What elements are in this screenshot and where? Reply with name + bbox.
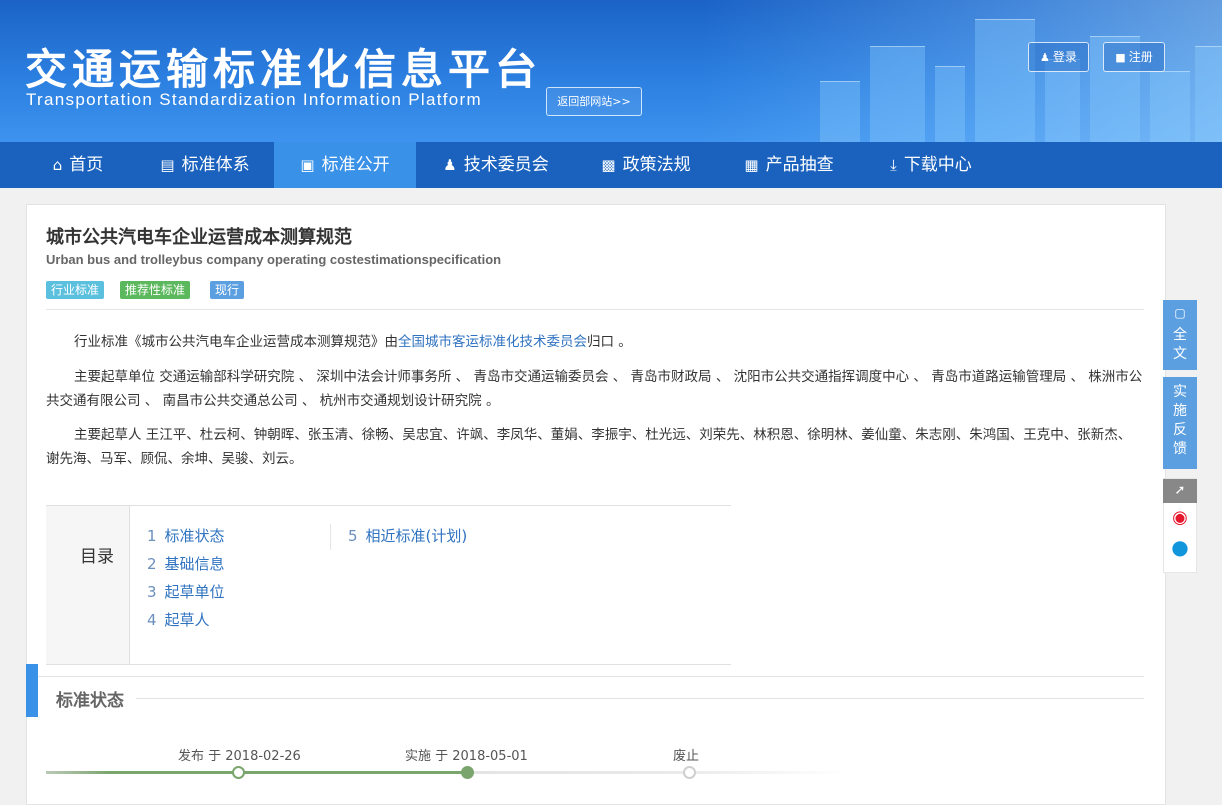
header-building: [870, 46, 925, 142]
nav-label: 产品抽查: [765, 155, 834, 175]
tag-industry-standard: 行业标准: [46, 281, 105, 299]
screen-icon: ▦: [744, 156, 759, 174]
weibo-icon[interactable]: ◉: [1164, 503, 1196, 533]
book-icon: ▣: [300, 156, 315, 174]
timeline-label-abolish: 废止: [673, 749, 700, 764]
site-header: 交通运输标准化信息平台 Transportation Standardizati…: [0, 0, 1222, 142]
toc-label-cell: 目录: [46, 506, 130, 664]
timeline-dot-publish: [232, 766, 245, 779]
toc-divider: [330, 524, 331, 550]
header-building: [1195, 46, 1222, 142]
back-to-ministry-button[interactable]: 返回部网站>>: [546, 87, 642, 116]
toc-item-status[interactable]: 1 标准状态: [147, 525, 225, 546]
graduation-cap-icon: ■: [1115, 51, 1126, 64]
document-icon: ▢: [1174, 306, 1186, 320]
drafters: 主要起草人 王江平、杜云柯、钟朝晖、张玉清、徐畅、吴忠宜、许飒、李凤华、董娟、李…: [46, 427, 1132, 467]
fulltext-label: 全文: [1173, 327, 1187, 362]
nav-label: 首页: [69, 155, 104, 175]
nav-item-standard-system[interactable]: ▤ 标准体系: [138, 142, 272, 188]
timeline-label-implement: 实施 于 2018-05-01: [405, 749, 528, 764]
toc-item-label: 标准状态: [164, 527, 225, 545]
toc-num: 1: [147, 527, 157, 545]
committee-link[interactable]: 全国城市客运标准化技术委员会: [398, 334, 587, 350]
user-icon: ♟: [1040, 51, 1050, 64]
toc-num: 4: [147, 611, 157, 629]
nav-label: 政策法规: [622, 155, 691, 175]
tag-current: 现行: [210, 281, 245, 299]
login-label: 登录: [1052, 50, 1077, 64]
toc-num: 2: [147, 555, 157, 573]
intro-suffix: 归口 。: [587, 334, 632, 350]
section-title-status: 标准状态: [56, 691, 124, 711]
nav-item-download[interactable]: ⤓ 下载中心: [866, 142, 996, 188]
nav-item-product-check[interactable]: ▦ 产品抽查: [724, 142, 854, 188]
timeline-dot-implement: [461, 766, 474, 779]
nav-item-tech-committee[interactable]: ♟ 技术委员会: [422, 142, 570, 188]
nav-item-home[interactable]: ⌂ 首页: [32, 142, 124, 188]
toc-num: 5: [348, 527, 358, 545]
intro-prefix: 行业标准《城市公共汽电车企业运营成本测算规范》由: [74, 334, 398, 350]
toc-num: 3: [147, 583, 157, 601]
site-title: 交通运输标准化信息平台: [25, 45, 543, 94]
timeline-label-publish: 发布 于 2018-02-26: [178, 749, 301, 764]
site-subtitle: Transportation Standardization Informati…: [26, 90, 482, 109]
qq-icon[interactable]: ●: [1164, 533, 1196, 561]
standard-intro: 行业标准《城市公共汽电车企业运营成本测算规范》由全国城市客运标准化技术委员会归口…: [46, 330, 1144, 354]
home-icon: ⌂: [52, 156, 63, 174]
download-icon: ⤓: [890, 156, 897, 174]
nav-label: 标准体系: [181, 155, 250, 175]
toc-item-basic-info[interactable]: 2 基础信息: [147, 553, 225, 574]
toc-item-drafters[interactable]: 4 起草人: [147, 609, 210, 630]
feedback-label: 实施反馈: [1173, 384, 1187, 457]
section-top-line: [38, 676, 1144, 677]
nav-item-standard-public[interactable]: ▣ 标准公开: [274, 142, 416, 188]
toc-item-drafting-units[interactable]: 3 起草单位: [147, 581, 225, 602]
share-panel: ➚ ◉ ●: [1163, 478, 1197, 573]
nav-label: 下载中心: [903, 155, 972, 175]
nav-label: 标准公开: [321, 155, 390, 175]
toc-item-similar-standards[interactable]: 5 相近标准(计划): [348, 525, 467, 546]
user-icon: ♟: [443, 156, 457, 174]
share-icon[interactable]: ➚: [1163, 479, 1197, 503]
section-accent-bar: [26, 664, 38, 717]
feedback-button[interactable]: 实施反馈: [1163, 377, 1197, 469]
header-building: [1150, 71, 1190, 142]
fulltext-button[interactable]: ▢ 全文: [1163, 300, 1197, 370]
toc-item-label: 起草单位: [164, 583, 225, 601]
inbox-icon: ▩: [601, 156, 616, 174]
drafting-units: 主要起草单位 交通运输部科学研究院 、 深圳中法会计师事务所 、 青岛市交通运输…: [46, 369, 1143, 409]
section-title-line: [136, 698, 1144, 699]
nav-label: 技术委员会: [463, 155, 549, 175]
main-nav: ⌂ 首页 ▤ 标准体系 ▣ 标准公开 ♟ 技术委员会 ▩ 政策法规 ▦ 产品抽查 ⤓ 下载中心: [0, 142, 1222, 188]
register-button[interactable]: ■ 注册: [1103, 42, 1165, 72]
toc-item-label: 基础信息: [164, 555, 225, 573]
list-icon: ▤: [160, 156, 175, 174]
standard-title-en: Urban bus and trolleybus company operati…: [46, 252, 502, 267]
tag-recommended-standard: 推荐性标准: [120, 281, 191, 299]
standard-title: 城市公共汽电车企业运营成本测算规范: [46, 227, 352, 248]
header-building: [820, 81, 860, 142]
timeline-dot-abolish: [683, 766, 696, 779]
table-of-contents: 目录 1 标准状态 2 基础信息 3 起草单位 4 起草人 5 相近标准(计划): [46, 505, 731, 665]
toc-item-label: 起草人: [164, 611, 210, 629]
login-button[interactable]: ♟ 登录: [1028, 42, 1089, 72]
divider: [46, 309, 1144, 310]
header-building: [975, 19, 1035, 142]
toc-label: 目录: [80, 547, 114, 567]
register-label: 注册: [1128, 50, 1153, 64]
header-building: [935, 66, 965, 142]
timeline-progress: [46, 771, 466, 774]
toc-item-label: 相近标准(计划): [365, 527, 468, 545]
nav-item-policy[interactable]: ▩ 政策法规: [584, 142, 708, 188]
